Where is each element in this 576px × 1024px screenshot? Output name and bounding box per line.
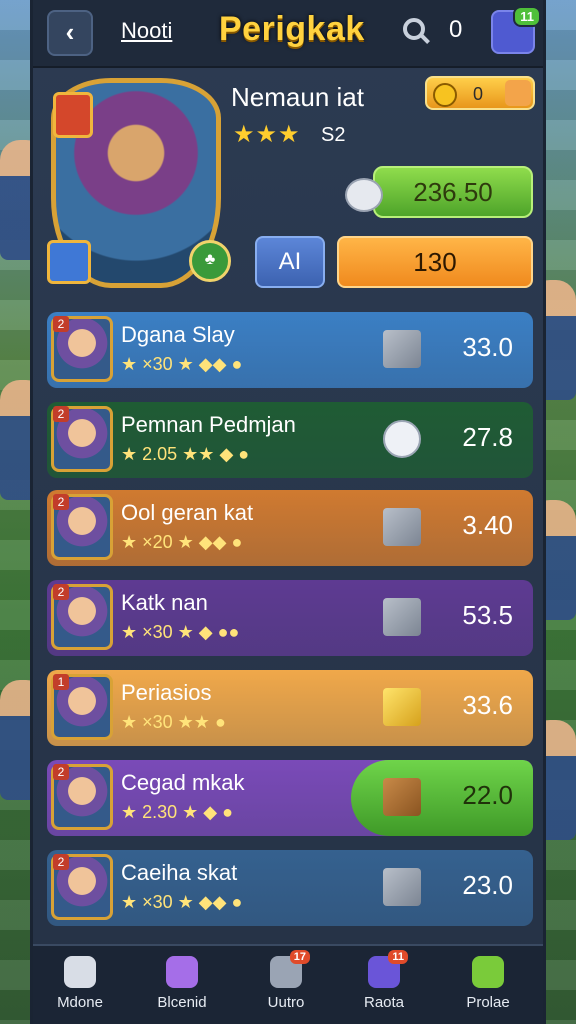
chat-badge: 11 xyxy=(513,6,541,27)
nav-item-raota[interactable]: 11 Raota xyxy=(339,950,429,1022)
bottom-nav: Mdone Blcenid 17 Uutro 11 Raota Prolae xyxy=(33,944,543,1024)
count-value: 0 xyxy=(449,16,463,43)
level-badge-icon: ♣ xyxy=(189,240,231,282)
nav-item-uutro[interactable]: 17 Uutro xyxy=(241,950,331,1022)
power-bar[interactable]: 130 xyxy=(337,236,533,288)
rank-badge: 2 xyxy=(53,406,69,422)
player-name: Katk nan xyxy=(121,590,208,615)
coin-icon xyxy=(433,83,457,107)
avatar xyxy=(505,80,531,106)
score-value: 33.6 xyxy=(462,690,513,720)
player-stats: ★ 2.05 ★★ ◆ ● xyxy=(121,444,250,464)
cards-icon: 11 xyxy=(368,950,408,988)
chat-bubble-icon[interactable] xyxy=(345,178,383,212)
player-stats: ★ ×30 ★ ◆ ●● xyxy=(121,622,240,642)
chat-bubble-icon xyxy=(383,420,421,458)
search-icon xyxy=(166,956,198,988)
list-item[interactable]: 2 Dgana Slay ★ ×30 ★ ◆◆ ● 33.0 xyxy=(47,312,533,388)
player-name: Cegad mkak xyxy=(121,770,245,795)
player-name: Ool geran kat xyxy=(121,500,254,525)
list-item[interactable]: 2 Caeiha skat ★ ×30 ★ ◆◆ ● 23.0 xyxy=(47,850,533,926)
score-value: 53.5 xyxy=(462,600,513,630)
list-item[interactable]: 2 Ool geran kat ★ ×20 ★ ◆◆ ● 3.40 xyxy=(47,490,533,566)
score-value: 22.0 xyxy=(462,780,513,810)
nav-item-prolae[interactable]: Prolae xyxy=(443,952,533,1022)
hero-level: S2 xyxy=(321,124,346,146)
grey-cube-icon xyxy=(383,868,421,906)
coin-counter[interactable]: 0 xyxy=(425,76,535,110)
nav-label: Blcenid xyxy=(157,994,207,1011)
player-stats: ★ ×30 ★ ◆◆ ● xyxy=(121,354,243,374)
score-bar[interactable]: 236.50 xyxy=(373,166,533,218)
player-name: Caeiha skat xyxy=(121,860,238,885)
score-value: 23.0 xyxy=(462,870,513,900)
nav-label: Prolae xyxy=(466,994,510,1011)
nav-item-mdone[interactable]: Mdone xyxy=(35,952,125,1022)
score-value: 27.8 xyxy=(462,422,513,452)
grey-cube-icon xyxy=(383,330,421,368)
chevron-left-icon: ‹ xyxy=(65,17,75,47)
ai-button[interactable]: AI xyxy=(255,236,325,288)
home-icon xyxy=(64,956,96,988)
page-title: Perigkak xyxy=(219,10,365,48)
gold-cube-icon xyxy=(383,688,421,726)
nav-label: Raota xyxy=(363,994,405,1011)
player-stats: ★ ×20 ★ ◆◆ ● xyxy=(121,532,243,552)
rank-badge: 2 xyxy=(53,584,69,600)
badge-icon: 17 xyxy=(270,950,310,988)
rank-badge: 2 xyxy=(53,316,69,332)
nav-badge: 17 xyxy=(289,950,310,964)
rank-badge: 1 xyxy=(53,674,69,690)
coin-value: 0 xyxy=(473,84,484,104)
star-icon xyxy=(472,956,504,988)
list-item[interactable]: 1 Periasios ★ ×30 ★★ ● 33.6 xyxy=(47,670,533,746)
nav-label: Uutro xyxy=(267,994,305,1011)
player-stats: ★ ×30 ★★ ● xyxy=(121,712,226,732)
top-bar: ‹ Nooti Perigkak 0 11 xyxy=(33,0,543,68)
player-stats: ★ ×30 ★ ◆◆ ● xyxy=(121,892,243,912)
score-value: 33.0 xyxy=(462,332,513,362)
list-item[interactable]: 2 Pemnan Pedmjan ★ 2.05 ★★ ◆ ● 27.8 xyxy=(47,402,533,478)
search-icon[interactable] xyxy=(403,18,425,40)
emblem-icon xyxy=(53,92,93,138)
leaderboard-panel: ‹ Nooti Perigkak 0 11 ♣ Nemaun iat ★★★ S… xyxy=(30,0,546,1024)
rank-badge: 2 xyxy=(53,854,69,870)
hero-name: Nemaun iat xyxy=(231,82,364,112)
list-item[interactable]: 2 Katk nan ★ ×30 ★ ◆ ●● 53.5 xyxy=(47,580,533,656)
player-name: Pemnan Pedmjan xyxy=(121,412,296,437)
rank-badge: 2 xyxy=(53,764,69,780)
hero-stars: ★★★ xyxy=(233,121,301,148)
gem-icon xyxy=(47,240,91,284)
crate-icon xyxy=(383,778,421,816)
nav-badge: 11 xyxy=(388,950,408,964)
list-item[interactable]: 2 Cegad mkak ★ 2.30 ★ ◆ ● 22.0 xyxy=(47,760,533,836)
grey-cube-icon xyxy=(383,598,421,636)
tab-label[interactable]: Nooti xyxy=(121,18,172,44)
player-name: Periasios xyxy=(121,680,212,705)
nav-item-blcenid[interactable]: Blcenid xyxy=(137,952,227,1022)
player-stats: ★ 2.30 ★ ◆ ● xyxy=(121,802,234,822)
player-name: Dgana Slay xyxy=(121,322,235,347)
nav-label: Mdone xyxy=(57,994,103,1011)
chat-button[interactable]: 11 xyxy=(491,6,541,54)
back-button[interactable]: ‹ xyxy=(47,10,93,56)
grey-cube-icon xyxy=(383,508,421,546)
score-value: 3.40 xyxy=(462,510,513,540)
rank-badge: 2 xyxy=(53,494,69,510)
